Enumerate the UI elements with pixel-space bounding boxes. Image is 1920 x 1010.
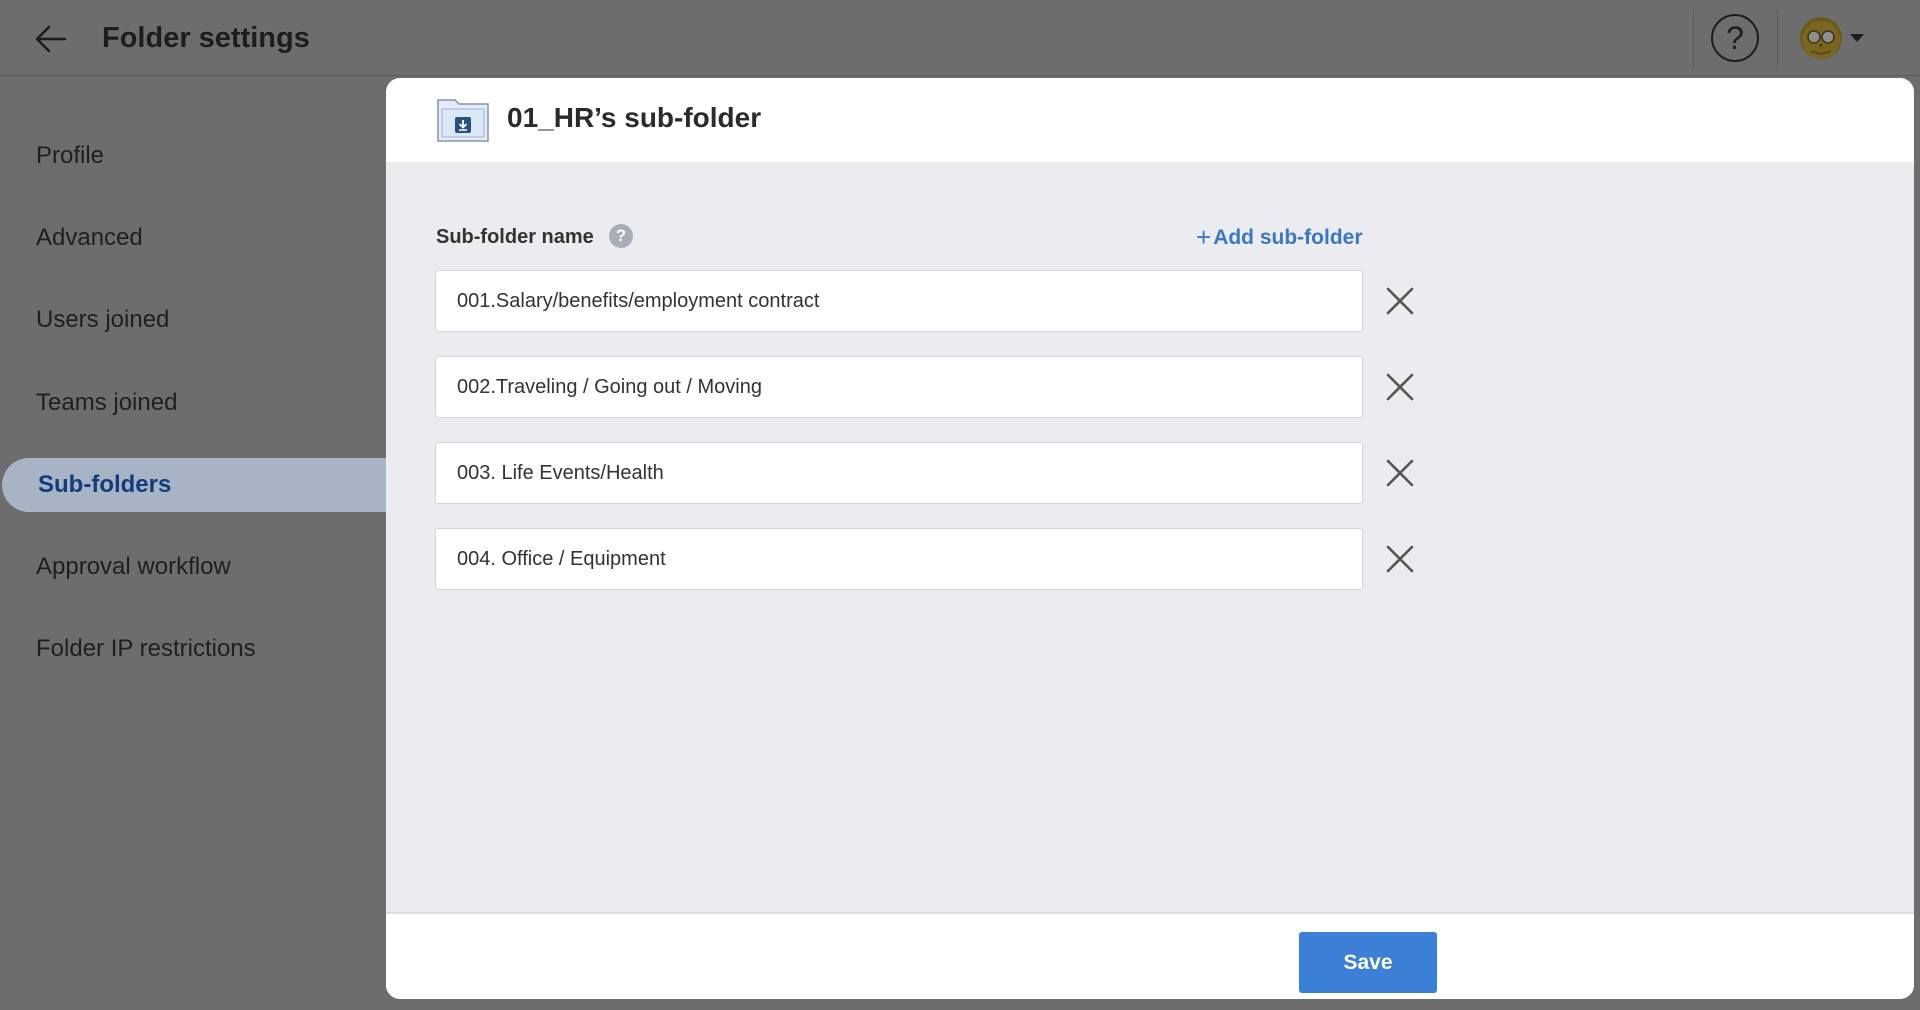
sub-folder-name-input[interactable] <box>435 270 1363 332</box>
arrow-left-icon <box>35 25 67 53</box>
header-divider <box>1777 10 1778 68</box>
sub-folder-name-input[interactable] <box>435 356 1363 418</box>
help-icon[interactable]: ? <box>609 224 633 248</box>
chevron-down-icon <box>1850 34 1864 42</box>
folder-icon <box>437 99 489 142</box>
modal-title: 01_HR’s sub-folder <box>507 102 762 133</box>
sub-folder-name-input[interactable] <box>435 528 1363 590</box>
modal-footer: Save <box>386 912 1914 999</box>
help-button[interactable]: ? <box>1711 14 1759 62</box>
close-icon <box>1386 373 1414 401</box>
sidebar-item-label: Sub-folders <box>38 471 172 498</box>
sidebar-item-label: Users joined <box>36 306 170 333</box>
sidebar-item-sub-folders[interactable]: Sub-folders <box>2 458 388 512</box>
sidebar-item-label: Folder IP restrictions <box>36 635 256 662</box>
close-icon <box>1386 459 1414 487</box>
sidebar-item-users-joined[interactable]: Users joined <box>0 293 386 347</box>
sidebar-item-advanced[interactable]: Advanced <box>0 211 386 265</box>
sidebar-item-profile[interactable]: Profile <box>0 129 386 183</box>
page-title: Folder settings <box>102 22 310 54</box>
sub-folder-name-input[interactable] <box>435 442 1363 504</box>
sidebar-item-label: Teams joined <box>36 389 178 416</box>
save-button[interactable]: Save <box>1299 932 1437 993</box>
settings-sidebar: Profile Advanced Users joined Teams join… <box>0 76 388 1010</box>
sub-folder-name-label: Sub-folder name <box>436 226 594 248</box>
sidebar-item-label: Approval workflow <box>36 553 231 580</box>
sidebar-item-label: Advanced <box>36 224 143 251</box>
sidebar-item-folder-ip-restrictions[interactable]: Folder IP restrictions <box>0 622 386 676</box>
sidebar-item-teams-joined[interactable]: Teams joined <box>0 376 386 430</box>
plus-icon: + <box>1196 222 1212 252</box>
remove-sub-folder-button[interactable] <box>1377 536 1423 582</box>
add-sub-folder-label: Add sub-folder <box>1213 226 1363 249</box>
avatar <box>1800 17 1842 59</box>
remove-sub-folder-button[interactable] <box>1377 364 1423 410</box>
sub-folder-modal: 01_HR’s sub-folder Sub-folder name ? +Ad… <box>386 78 1914 999</box>
header-divider <box>1693 10 1694 68</box>
sidebar-item-approval-workflow[interactable]: Approval workflow <box>0 540 386 594</box>
sidebar-item-label: Profile <box>36 142 105 169</box>
back-button[interactable] <box>30 20 70 58</box>
close-icon <box>1386 545 1414 573</box>
remove-sub-folder-button[interactable] <box>1377 278 1423 324</box>
top-bar: Folder settings ? <box>0 0 1920 76</box>
remove-sub-folder-button[interactable] <box>1377 450 1423 496</box>
close-icon <box>1386 287 1414 315</box>
add-sub-folder-button[interactable]: +Add sub-folder <box>1196 223 1363 252</box>
user-menu[interactable] <box>1800 15 1864 61</box>
question-circle-icon: ? <box>1726 19 1744 56</box>
modal-header: 01_HR’s sub-folder <box>386 78 1914 162</box>
